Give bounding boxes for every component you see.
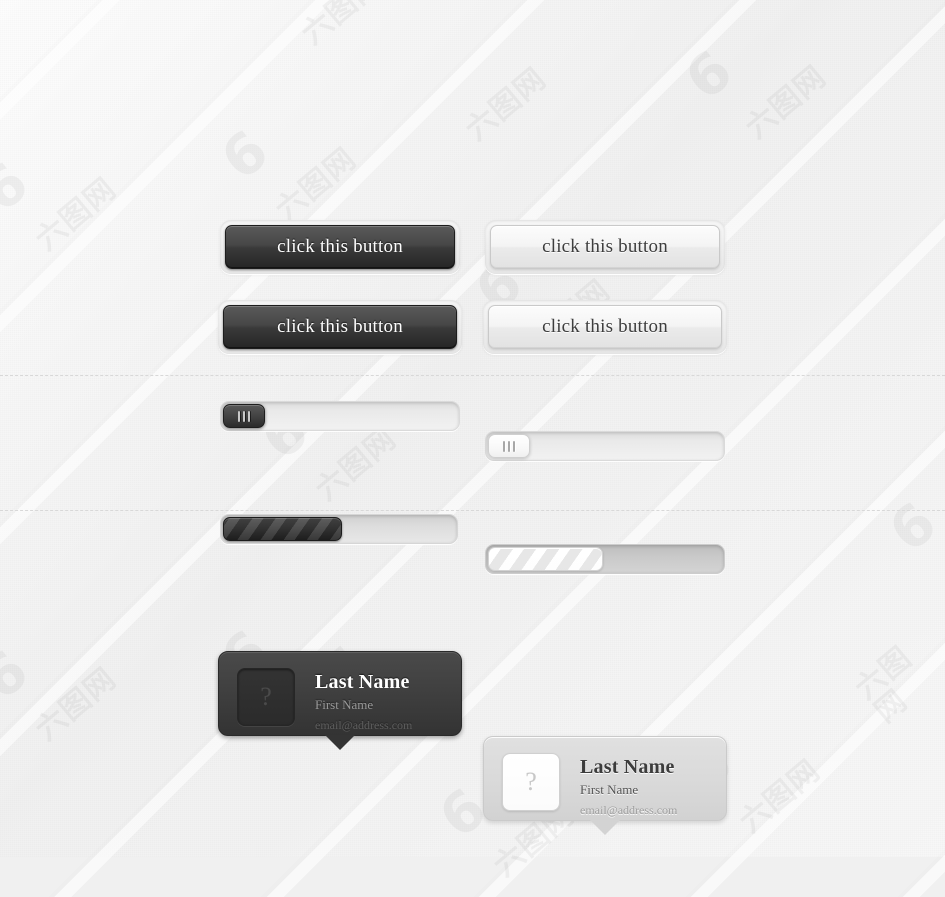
progress-bar-light[interactable] xyxy=(485,544,725,574)
contact-first-name: First Name xyxy=(580,782,639,797)
section-divider-2 xyxy=(0,510,945,511)
card-pointer-arrow xyxy=(590,820,620,835)
contact-card-dark-text: Last Name First Name email@address.com xyxy=(315,668,412,735)
avatar[interactable]: ? xyxy=(502,753,560,811)
button-dark-1-bezel: click this button xyxy=(220,220,460,274)
card-pointer-arrow xyxy=(325,735,355,750)
button-dark-2-bezel: click this button xyxy=(218,300,462,354)
contact-email: email@address.com xyxy=(315,717,413,732)
button-light-2-bezel: click this button xyxy=(483,300,727,354)
button-light-1-bezel: click this button xyxy=(485,220,725,274)
button-light-1[interactable]: click this button xyxy=(490,225,720,269)
contact-card-light[interactable]: ? Last Name First Name email@address.com xyxy=(483,736,727,835)
grip-lines-icon xyxy=(238,410,250,422)
button-light-2[interactable]: click this button xyxy=(488,305,722,349)
progress-bar-dark-fill xyxy=(223,517,342,541)
section-divider-1 xyxy=(0,375,945,376)
contact-last-name: Last Name xyxy=(580,756,675,778)
slider-light-handle[interactable] xyxy=(488,434,530,458)
progress-bar-dark[interactable] xyxy=(220,514,458,544)
contact-card-light-text: Last Name First Name email@address.com xyxy=(580,753,677,820)
button-dark-1[interactable]: click this button xyxy=(225,225,455,269)
grip-lines-icon xyxy=(503,440,515,452)
contact-last-name: Last Name xyxy=(315,671,410,693)
contact-email: email@address.com xyxy=(580,802,678,817)
contact-card-dark[interactable]: ? Last Name First Name email@address.com xyxy=(218,651,462,750)
contact-first-name: First Name xyxy=(315,697,374,712)
progress-bar-light-fill xyxy=(488,547,603,571)
slider-dark-handle[interactable] xyxy=(223,404,265,428)
slider-dark-track[interactable] xyxy=(220,401,460,431)
slider-light-track[interactable] xyxy=(485,431,725,461)
ui-kit-canvas: click this button click this button clic… xyxy=(0,0,945,857)
button-dark-2[interactable]: click this button xyxy=(223,305,457,349)
avatar[interactable]: ? xyxy=(237,668,295,726)
